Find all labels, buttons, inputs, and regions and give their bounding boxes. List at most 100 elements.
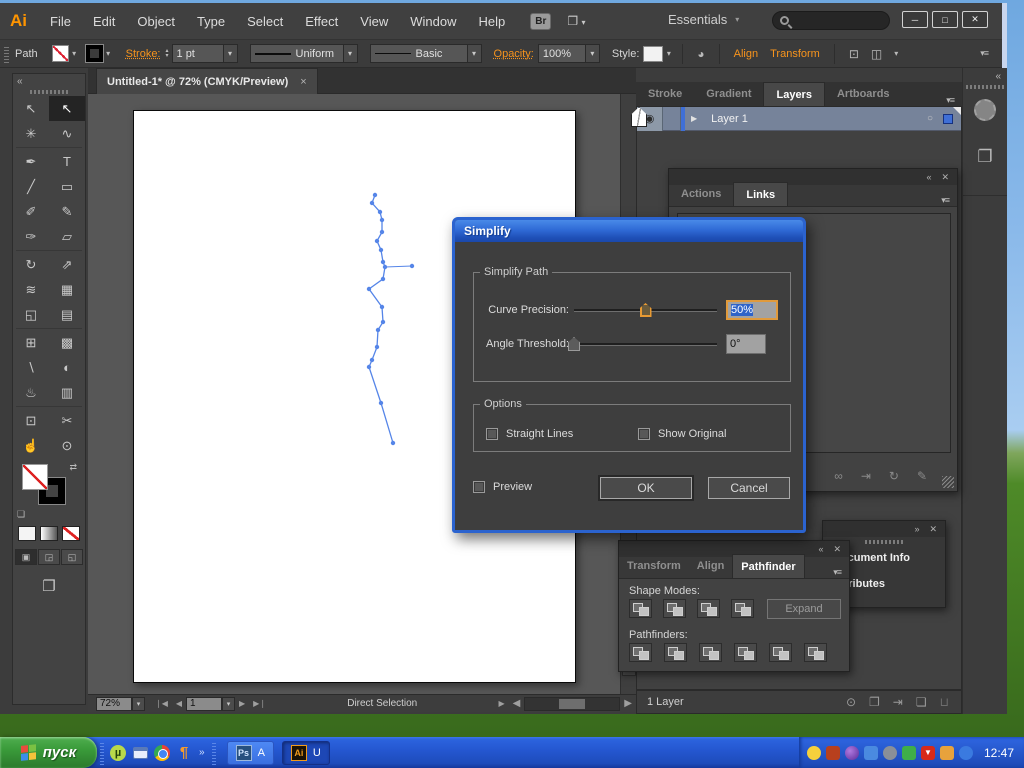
style-swatch[interactable] [643, 46, 663, 62]
pen-tool[interactable]: ✒ [13, 149, 49, 174]
draw-behind-button[interactable]: ◲ [38, 549, 60, 565]
perspective-grid-tool[interactable]: ▤ [49, 302, 85, 327]
tab-transform[interactable]: Transform [619, 554, 689, 578]
tab-stroke[interactable]: Stroke [636, 82, 694, 106]
zoom-dropdown[interactable]: ▾ [132, 697, 145, 711]
rectangle-tool[interactable]: ▭ [49, 174, 85, 199]
expand-panel-icon[interactable]: » [914, 524, 919, 534]
divide-button[interactable] [629, 643, 652, 662]
straight-lines-checkbox[interactable] [486, 428, 498, 440]
draw-inside-button[interactable]: ◱ [61, 549, 83, 565]
symbols-panel-icon[interactable] [974, 99, 996, 121]
bridge-button[interactable]: Br [530, 13, 551, 30]
minus-back-button[interactable] [804, 643, 827, 662]
photoshop-task-button[interactable]: Ps A [227, 741, 274, 765]
stroke-swatch[interactable] [86, 45, 103, 62]
opacity-select[interactable]: 100% ▾ [538, 44, 600, 63]
update-link-icon[interactable]: ↻ [889, 469, 899, 483]
hand-tool[interactable]: ☝ [13, 433, 49, 458]
pencil-tool[interactable]: ✎ [49, 199, 85, 224]
fill-color-swatch[interactable] [22, 464, 48, 490]
transparency-panel-icon[interactable]: ❐ [963, 147, 1007, 167]
scroll-left-icon[interactable]: ◀ [509, 698, 525, 709]
width-tool[interactable]: ≋ [13, 277, 49, 302]
minus-front-button[interactable] [663, 599, 686, 618]
layer-name[interactable]: Layer 1 [711, 113, 748, 125]
lasso-tool[interactable]: ∿ [49, 121, 85, 146]
globe-tray-icon[interactable] [959, 746, 973, 760]
illustrator-task-button[interactable]: Ai U [282, 741, 330, 765]
artboard-tool[interactable]: ⊡ [13, 408, 49, 433]
next-artboard-icon[interactable]: ▶ [235, 699, 249, 708]
style-swatch-dropdown[interactable]: ▾ [663, 46, 674, 62]
first-artboard-icon[interactable]: ❘◀ [151, 699, 172, 708]
collapse-panel-icon[interactable]: « [818, 544, 823, 554]
show-original-checkbox[interactable] [638, 428, 650, 440]
fill-swatch-dropdown[interactable]: ▾ [69, 46, 80, 62]
expand-button[interactable]: Expand [767, 599, 841, 619]
column-graph-tool[interactable]: ▥ [49, 380, 85, 405]
horizontal-scrollbar-thumb[interactable] [559, 699, 585, 709]
collapse-dock-icon[interactable]: « [963, 68, 1007, 82]
stroke-panel-link[interactable]: Stroke: [126, 48, 161, 60]
download-manager-tray-icon[interactable]: ▼ [921, 746, 935, 760]
angle-threshold-slider[interactable] [574, 337, 717, 351]
align-panel-link[interactable]: Align [734, 48, 758, 60]
stroke-weight-select[interactable]: 1 pt ▾ [172, 44, 238, 63]
menu-file[interactable]: File [39, 3, 82, 40]
menu-edit[interactable]: Edit [82, 3, 126, 40]
tab-align[interactable]: Align [689, 554, 733, 578]
merge-button[interactable] [699, 643, 722, 662]
close-panel-icon[interactable]: ✕ [941, 172, 949, 183]
show-desktop-icon[interactable] [131, 744, 149, 762]
curve-precision-input[interactable]: 50% [726, 300, 778, 320]
folder-tray-icon[interactable] [940, 746, 954, 760]
volume-tray-icon[interactable] [826, 746, 840, 760]
scroll-right-icon[interactable]: ▶ [620, 698, 636, 709]
tab-pathfinder[interactable]: Pathfinder [732, 554, 804, 578]
artboard-number-input[interactable]: 1 [186, 697, 222, 711]
ok-button[interactable]: OK [600, 477, 692, 499]
stroke-swatch-dropdown[interactable]: ▾ [103, 46, 114, 62]
layer-target-icon[interactable]: ○ [927, 113, 933, 124]
rotate-tool[interactable]: ↻ [13, 252, 49, 277]
panel-menu-icon[interactable]: ▾≡ [946, 95, 962, 106]
menu-type[interactable]: Type [186, 3, 236, 40]
expand-layer-icon[interactable]: ▶ [691, 114, 697, 123]
blend-tool[interactable]: ◐ [49, 355, 85, 380]
opacity-panel-link[interactable]: Opacity: [494, 48, 534, 60]
network-tray-icon[interactable] [864, 746, 878, 760]
new-layer-icon[interactable]: ❏ [916, 695, 927, 709]
exclude-button[interactable] [731, 599, 754, 618]
eyedropper-tool[interactable]: ∖ [13, 355, 49, 380]
curve-precision-thumb[interactable] [640, 303, 652, 317]
slider-track[interactable] [574, 343, 717, 346]
locate-object-icon[interactable]: ⊙ [846, 695, 856, 709]
selection-tool[interactable]: ↖ [13, 96, 49, 121]
camera-tray-icon[interactable] [883, 746, 897, 760]
transform-panel-link[interactable]: Transform [770, 48, 820, 60]
arrange-documents-button[interactable]: ❐ ▾ [567, 14, 585, 28]
resize-grip[interactable] [942, 476, 954, 488]
previous-artboard-icon[interactable]: ◀ [172, 699, 186, 708]
sphere-tray-icon[interactable] [845, 746, 859, 760]
slice-tool[interactable]: ✂ [49, 408, 85, 433]
menu-select[interactable]: Select [236, 3, 294, 40]
last-artboard-icon[interactable]: ▶❘ [249, 699, 270, 708]
recycle-tray-icon[interactable] [902, 746, 916, 760]
chrome-icon[interactable] [153, 744, 171, 762]
start-button[interactable]: пуск [0, 737, 97, 768]
type-tool[interactable]: T [49, 149, 85, 174]
close-button[interactable]: ✕ [962, 11, 988, 28]
gradient-tool[interactable]: ▩ [49, 330, 85, 355]
tab-gradient[interactable]: Gradient [694, 82, 763, 106]
intersect-button[interactable] [697, 599, 720, 618]
scale-tool[interactable]: ⇗ [49, 252, 85, 277]
unite-button[interactable] [629, 599, 652, 618]
quicklaunch-overflow-icon[interactable]: » [195, 747, 209, 758]
tab-artboards[interactable]: Artboards [825, 82, 902, 106]
outline-button[interactable] [769, 643, 792, 662]
menu-window[interactable]: Window [399, 3, 467, 40]
default-fill-stroke-icon[interactable]: ❏ [17, 509, 25, 520]
symbol-sprayer-tool[interactable]: ♨ [13, 380, 49, 405]
